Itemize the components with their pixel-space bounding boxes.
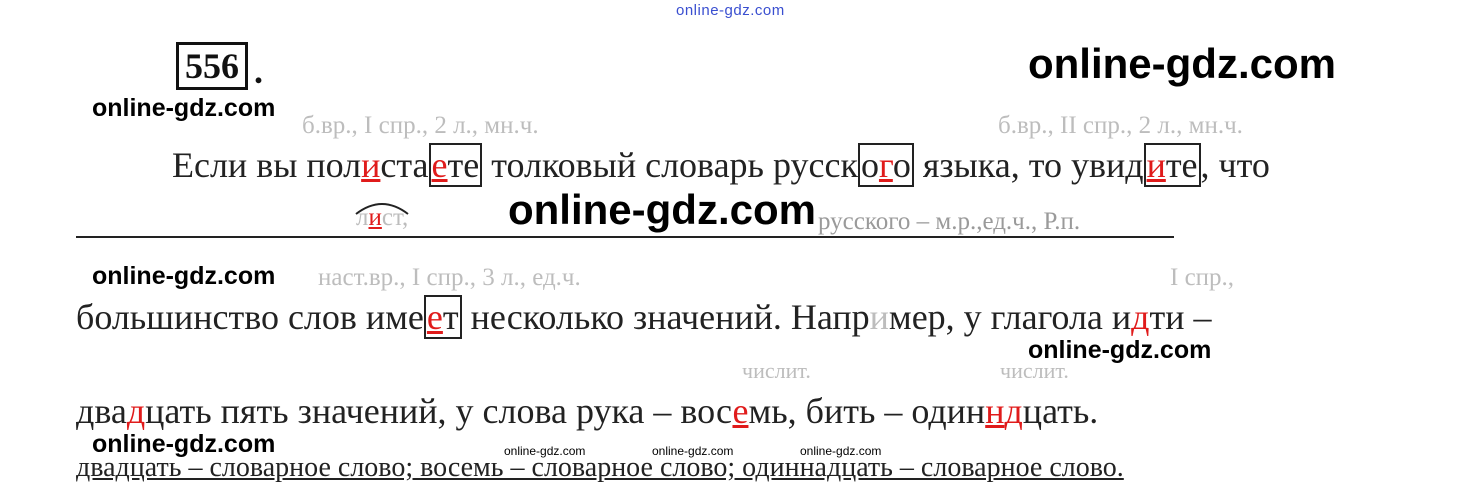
- text-segment: мер, у глагола и: [888, 297, 1132, 337]
- annotation-verb-2: б.вр., II спр., 2 л., мн.ч.: [998, 112, 1243, 139]
- analysis-underline: [76, 236, 1174, 238]
- case-note: русского – м.р.,ед.ч., Р.п.: [818, 208, 1081, 235]
- highlighted-letter: д: [126, 391, 146, 431]
- ending-box: ете: [428, 143, 483, 187]
- sentence-line-3: двадцать пять значений, у слова рука – в…: [76, 390, 1098, 432]
- highlighted-letter: д: [1004, 391, 1023, 431]
- text-segment: те: [447, 145, 480, 185]
- text-segment: те: [1165, 145, 1198, 185]
- highlighted-letter: и: [368, 204, 382, 231]
- text-segment: Если вы пол: [172, 145, 362, 185]
- watermark-left-1: online-gdz.com: [92, 94, 276, 122]
- text-segment: два: [76, 391, 127, 431]
- text-segment: языка, то увид: [913, 145, 1144, 185]
- watermark-left-2: online-gdz.com: [92, 262, 276, 290]
- text-segment: цать.: [1022, 391, 1099, 431]
- sentence-line-2: большинство слов имеет несколько значени…: [76, 295, 1212, 339]
- annotation-verb-3: наст.вр., I спр., 3 л., ед.ч.: [318, 264, 581, 291]
- sentence-line-1: Если вы полистаете толковый словарь русс…: [172, 143, 1270, 187]
- text-segment: т: [442, 297, 459, 337]
- highlighted-letter: е: [426, 297, 443, 337]
- watermark-top: online-gdz.com: [676, 2, 785, 19]
- text-segment: ти –: [1149, 297, 1212, 337]
- annotation-numeral-1: числит.: [742, 358, 811, 383]
- annotation-numeral-2: числит.: [1000, 358, 1069, 383]
- text-segment: большинство слов име: [76, 297, 424, 337]
- text-segment: ста: [380, 145, 429, 185]
- text-segment: , что: [1200, 145, 1270, 185]
- dictionary-words-note: двадцать – словарное слово; восемь – сло…: [76, 452, 1124, 483]
- text-segment: мь, бить – один: [748, 391, 986, 431]
- exercise-number: 556: [176, 42, 248, 90]
- watermark-large-right: online-gdz.com: [1028, 40, 1336, 87]
- exercise-number-dot: .: [254, 51, 263, 91]
- text-segment: и: [869, 297, 889, 337]
- text-segment: о: [860, 145, 879, 185]
- highlighted-letter: е: [431, 145, 448, 185]
- text-segment: ст,: [381, 204, 409, 231]
- text-segment: л: [356, 204, 369, 231]
- text-segment: цать пять значений, у слова рука – вос: [145, 391, 733, 431]
- annotation-verb-4: I спр.,: [1170, 264, 1235, 291]
- highlighted-letter: н: [985, 391, 1005, 431]
- highlighted-letter: и: [361, 145, 381, 185]
- highlighted-letter: д: [1131, 297, 1150, 337]
- ending-box: ите: [1143, 143, 1201, 187]
- watermark-center: online-gdz.com: [508, 186, 816, 233]
- ending-box: ет: [423, 295, 462, 339]
- text-segment: толковый словарь русск: [482, 145, 858, 185]
- highlighted-letter: и: [1146, 145, 1166, 185]
- highlighted-letter: г: [878, 145, 893, 185]
- highlighted-letter: е: [732, 391, 749, 431]
- morpheme-word: лист,: [356, 204, 408, 232]
- ending-box: ого: [857, 143, 914, 187]
- text-segment: о: [892, 145, 911, 185]
- text-segment: несколько значений. Напр: [461, 297, 870, 337]
- annotation-verb-1: б.вр., I спр., 2 л., мн.ч.: [302, 112, 539, 139]
